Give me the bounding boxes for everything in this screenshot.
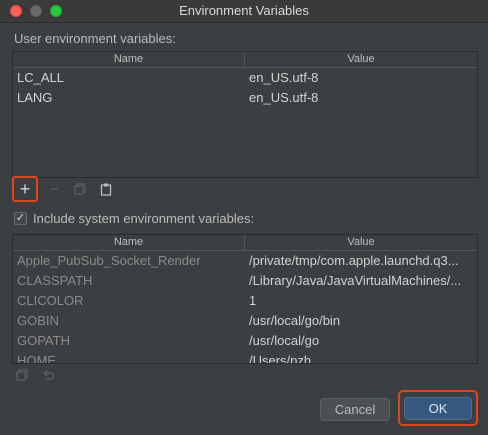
system-var-name[interactable]: HOME — [13, 351, 245, 363]
include-system-vars-row[interactable]: ✓ Include system environment variables: — [14, 211, 254, 226]
table-row[interactable]: CLICOLOR 1 — [13, 291, 477, 311]
paste-icon — [100, 183, 112, 196]
table-row[interactable]: GOPATH /usr/local/go — [13, 331, 477, 351]
include-system-vars-checkbox[interactable]: ✓ — [14, 212, 27, 225]
system-var-name[interactable]: Apple_PubSub_Socket_Render — [13, 251, 245, 271]
minus-icon: − — [49, 180, 59, 198]
system-var-value[interactable]: /usr/local/go — [245, 331, 477, 351]
checkmark-icon: ✓ — [15, 212, 26, 224]
copy-icon — [74, 183, 86, 195]
user-var-name[interactable]: LANG — [13, 88, 245, 108]
system-column-name[interactable]: Name — [13, 235, 245, 250]
copy-variables-button[interactable] — [70, 179, 90, 199]
system-var-value[interactable]: /private/tmp/com.apple.launchd.q3... — [245, 251, 477, 271]
user-table-header: Name Value — [13, 52, 477, 68]
user-var-value[interactable]: en_US.utf-8 — [245, 68, 477, 88]
user-column-name[interactable]: Name — [13, 52, 245, 67]
maximize-window-button[interactable] — [50, 5, 62, 17]
system-env-table: Name Value Apple_PubSub_Socket_Render /p… — [12, 234, 478, 364]
table-row[interactable]: LANG en_US.utf-8 — [13, 88, 477, 108]
table-row[interactable]: CLASSPATH /Library/Java/JavaVirtualMachi… — [13, 271, 477, 291]
user-column-value[interactable]: Value — [245, 52, 477, 67]
user-table-toolbar: + − — [12, 176, 122, 202]
system-column-value[interactable]: Value — [245, 235, 477, 250]
cancel-button[interactable]: Cancel — [320, 398, 390, 421]
ok-button[interactable]: OK — [404, 397, 472, 420]
system-var-value[interactable]: /usr/local/go/bin — [245, 311, 477, 331]
user-env-table: Name Value LC_ALL en_US.utf-8 LANG en_US… — [12, 51, 478, 178]
table-row[interactable]: LC_ALL en_US.utf-8 — [13, 68, 477, 88]
system-var-value[interactable]: /Users/pzh — [245, 351, 477, 363]
system-table-toolbar — [12, 364, 64, 386]
system-var-name[interactable]: CLASSPATH — [13, 271, 245, 291]
system-var-value[interactable]: /Library/Java/JavaVirtualMachines/... — [245, 271, 477, 291]
minimize-window-button[interactable] — [30, 5, 42, 17]
system-var-name[interactable]: GOPATH — [13, 331, 245, 351]
user-var-value[interactable]: en_US.utf-8 — [245, 88, 477, 108]
plus-icon: + — [19, 178, 31, 199]
copy-icon — [16, 369, 28, 381]
window-title: Environment Variables — [179, 3, 309, 18]
system-var-name[interactable]: CLICOLOR — [13, 291, 245, 311]
system-var-value[interactable]: 1 — [245, 291, 477, 311]
undo-icon — [42, 370, 54, 380]
table-row[interactable]: Apple_PubSub_Socket_Render /private/tmp/… — [13, 251, 477, 271]
title-bar: Environment Variables — [0, 0, 488, 23]
table-row[interactable]: HOME /Users/pzh — [13, 351, 477, 363]
user-env-label: User environment variables: — [14, 31, 176, 46]
add-variable-button[interactable]: + — [12, 176, 38, 202]
system-var-name[interactable]: GOBIN — [13, 311, 245, 331]
copy-system-vars-button[interactable] — [12, 365, 32, 385]
remove-variable-button[interactable]: − — [44, 179, 64, 199]
close-window-button[interactable] — [10, 5, 22, 17]
user-var-name[interactable]: LC_ALL — [13, 68, 245, 88]
include-system-vars-label[interactable]: Include system environment variables: — [33, 211, 254, 226]
paste-variables-button[interactable] — [96, 179, 116, 199]
undo-button[interactable] — [38, 365, 58, 385]
table-row[interactable]: GOBIN /usr/local/go/bin — [13, 311, 477, 331]
system-table-header: Name Value — [13, 235, 477, 251]
